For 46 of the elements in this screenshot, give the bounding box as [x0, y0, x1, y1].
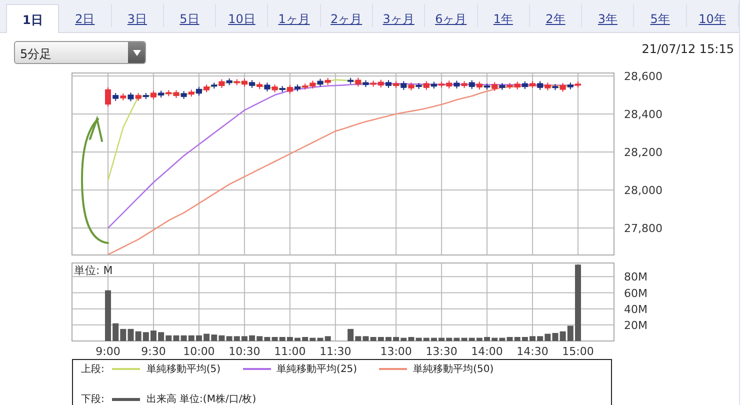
period-tab[interactable]: 6ヶ月: [425, 4, 478, 27]
period-tab[interactable]: 3ヶ月: [372, 4, 426, 27]
legend-label: 下段:: [81, 393, 104, 405]
y-axis-label: 20M: [624, 318, 648, 332]
legend-text: 単純移動平均(25): [276, 363, 358, 376]
x-axis-label: 11:30: [320, 345, 352, 358]
y-axis-label: 40M: [624, 302, 648, 316]
legend-text: 単純移動平均(50): [413, 363, 494, 376]
x-axis-label: 11:00: [274, 345, 306, 358]
period-tab[interactable]: 10日: [216, 4, 268, 27]
x-axis-label: 9:00: [96, 345, 120, 358]
timestamp: 21/07/12 15:15: [642, 41, 734, 56]
y-axis-label: 28,400: [624, 108, 662, 122]
period-tab[interactable]: 1年: [478, 4, 530, 27]
period-tab[interactable]: 3年: [582, 4, 634, 27]
x-axis-label: 9:30: [141, 345, 166, 358]
period-tab[interactable]: 2日: [59, 4, 112, 27]
x-axis-label: 15:00: [562, 345, 594, 358]
period-tab[interactable]: 10年: [686, 4, 739, 27]
y-axis-label: 28,200: [624, 146, 662, 160]
x-axis-label: 13:30: [426, 345, 458, 358]
unit-label: 単位: M: [74, 264, 113, 277]
period-tab[interactable]: 1日: [6, 4, 60, 33]
y-axis-label: 28,000: [624, 184, 662, 198]
period-tab[interactable]: 5年: [634, 4, 687, 27]
period-tab[interactable]: 3日: [112, 4, 164, 27]
x-axis-label: 10:00: [183, 345, 215, 358]
y-axis-label: 28,600: [624, 70, 662, 84]
x-axis-label: 10:30: [228, 345, 260, 358]
dropdown-caret-icon: [132, 50, 140, 56]
x-axis-label: 13:00: [380, 345, 412, 358]
legend-label: 上段:: [81, 362, 104, 376]
legend-text: 出来高 単位:(M株/口/枚): [146, 392, 256, 405]
x-axis-label: 14:00: [471, 345, 503, 358]
legend-text: 単純移動平均(5): [146, 363, 221, 376]
period-tab[interactable]: 2ヶ月: [320, 4, 373, 27]
interval-dropdown[interactable]: 5分足: [14, 41, 146, 64]
volume-bar: [105, 290, 111, 341]
period-tab[interactable]: 1ヶ月: [268, 4, 321, 27]
y-axis-label: 27,800: [624, 222, 662, 236]
y-axis-label: 60M: [624, 286, 648, 300]
y-axis-label: 80M: [624, 270, 648, 284]
x-axis-label: 14:30: [516, 345, 548, 358]
period-tab[interactable]: 2年: [530, 4, 582, 27]
period-tab[interactable]: 5日: [164, 4, 216, 27]
volume-bar: [530, 336, 536, 341]
